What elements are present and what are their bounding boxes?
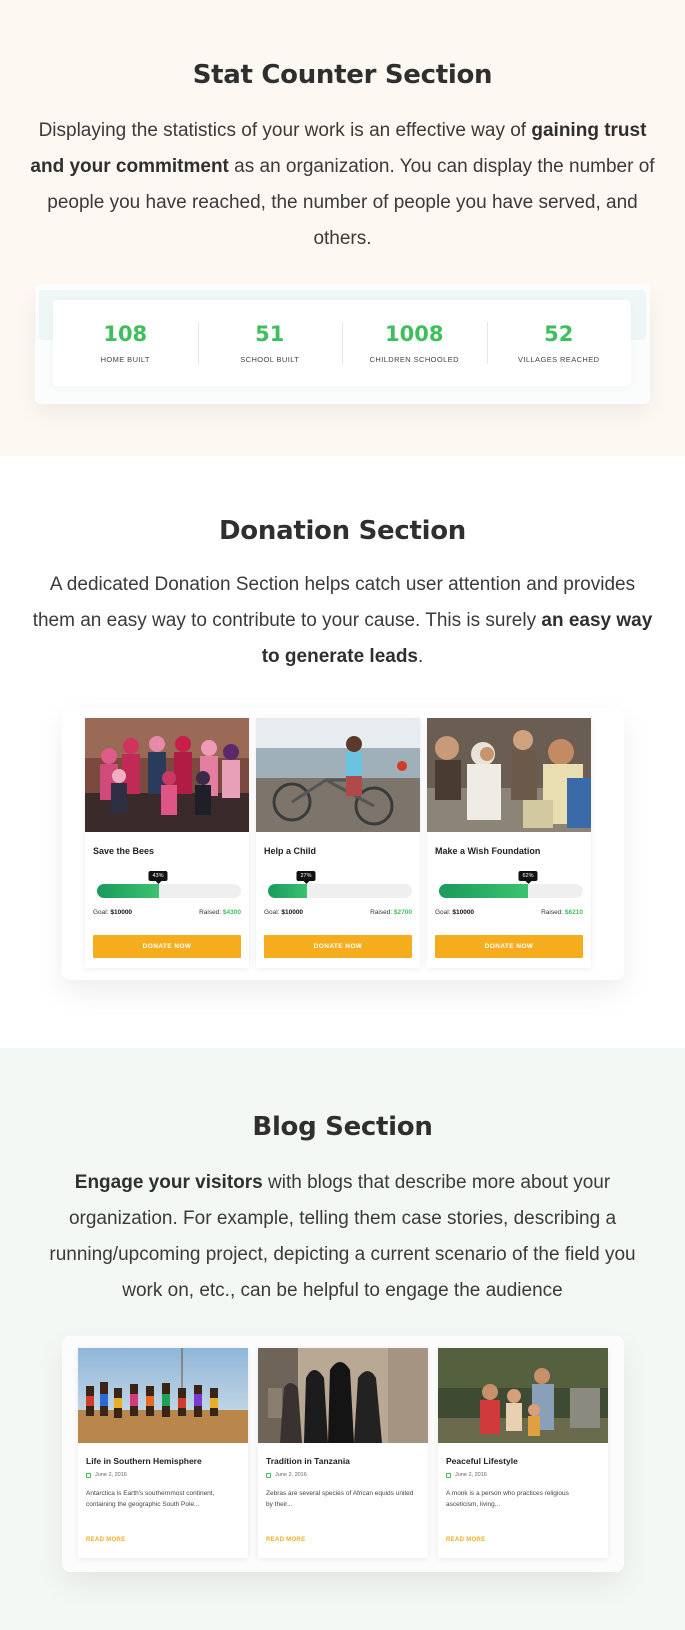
donation-card-title: Make a Wish Foundation — [435, 846, 541, 856]
donation-desc-part-2: . — [418, 646, 424, 667]
progress-fill — [439, 884, 529, 898]
blog-section: Blog Section Engage your visitors with b… — [0, 1048, 685, 1630]
child-with-bicycle-photo — [256, 718, 420, 832]
goal-info: Goal: $10000 — [93, 909, 133, 916]
read-more-link[interactable]: READ MORE — [446, 1537, 485, 1543]
stat-counter-preview: 108 HOME BUILT 51 SCHOOL BUILT 1008 CHIL… — [35, 284, 650, 404]
blog-card-date: June 2, 2016 — [446, 1472, 487, 1478]
donation-meta: Goal: $10000 Raised: $6210 — [435, 909, 583, 916]
stat-value: 51 — [255, 322, 285, 346]
stat-value: 108 — [103, 322, 148, 346]
donation-card: Save the Bees 43% Goal: $10000 Raised: $… — [85, 718, 249, 968]
raised-info: Raised: $2700 — [370, 909, 412, 916]
blog-desc-bold: Engage your visitors — [74, 1172, 263, 1193]
blog-card-image — [258, 1348, 428, 1443]
donation-section-title: Donation Section — [219, 516, 466, 546]
donation-card-title: Help a Child — [264, 846, 317, 856]
blog-section-description: Engage your visitors with blogs that des… — [30, 1165, 655, 1309]
stat-desc-part-1: Displaying the statistics of your work i… — [38, 120, 532, 141]
blog-card: Tradition in Tanzania June 2, 2016 Zebra… — [258, 1348, 428, 1558]
stat-section-title: Stat Counter Section — [192, 60, 493, 90]
raised-info: Raised: $4300 — [199, 909, 241, 916]
stat-label: CHILDREN SCHOOLED — [369, 355, 459, 364]
donation-progress-bar — [97, 884, 241, 898]
veiled-women-photo — [258, 1348, 428, 1443]
blog-card-date: June 2, 2016 — [86, 1472, 127, 1478]
donation-section: Donation Section A dedicated Donation Se… — [0, 456, 685, 1048]
stat-counter-section: Stat Counter Section Displaying the stat… — [0, 0, 685, 456]
calendar-icon — [266, 1472, 271, 1478]
blog-card-image — [78, 1348, 248, 1443]
goal-info: Goal: $10000 — [435, 909, 475, 916]
blog-card-image — [438, 1348, 608, 1443]
stat-value: 52 — [544, 322, 574, 346]
calendar-icon — [446, 1472, 451, 1478]
donate-now-button[interactable]: DONATE NOW — [264, 935, 412, 958]
donation-section-description: A dedicated Donation Section helps catch… — [30, 567, 655, 675]
blog-card-excerpt: A monk is a person who practices religio… — [446, 1490, 569, 1508]
stat-counter-card: 108 HOME BUILT 51 SCHOOL BUILT 1008 CHIL… — [53, 300, 631, 386]
stat-item-school-built: 51 SCHOOL BUILT — [197, 300, 343, 386]
stat-item-villages-reached: 52 VILLAGES REACHED — [486, 300, 632, 386]
stat-label: HOME BUILT — [100, 355, 150, 364]
blog-card: Peaceful Lifestyle June 2, 2016 A monk i… — [438, 1348, 608, 1558]
blog-card-date: June 2, 2016 — [266, 1472, 307, 1478]
donation-card: Make a Wish Foundation 62% Goal: $10000 … — [427, 718, 591, 968]
blog-card-excerpt: Zebras are several species of African eq… — [266, 1490, 414, 1508]
read-more-link[interactable]: READ MORE — [86, 1537, 125, 1543]
donate-now-button[interactable]: DONATE NOW — [435, 935, 583, 958]
donation-card-image — [256, 718, 420, 832]
blog-card: Life in Southern Hemisphere June 2, 2016… — [78, 1348, 248, 1558]
blog-card-excerpt: Antarctica is Earth's southernmost conti… — [86, 1490, 215, 1508]
blog-card-title: Life in Southern Hemisphere — [86, 1456, 202, 1466]
progress-fill — [97, 884, 159, 898]
stat-item-children-schooled: 1008 CHILDREN SCHOOLED — [342, 300, 487, 386]
blog-section-title: Blog Section — [252, 1112, 433, 1142]
stat-item-home-built: 108 HOME BUILT — [53, 300, 198, 386]
donation-card-image — [85, 718, 249, 832]
donation-card-image — [427, 718, 591, 832]
progress-tooltip: 62% — [518, 871, 538, 884]
stat-label: SCHOOL BUILT — [240, 355, 300, 364]
donate-now-button[interactable]: DONATE NOW — [93, 935, 241, 958]
calendar-icon — [86, 1472, 91, 1478]
progress-fill — [268, 884, 307, 898]
donation-card: Help a Child 27% Goal: $10000 Raised: $2… — [256, 718, 420, 968]
raised-info: Raised: $6210 — [541, 909, 583, 916]
donation-progress-bar — [439, 884, 583, 898]
stat-value: 1008 — [385, 322, 444, 346]
donation-card-title: Save the Bees — [93, 846, 155, 856]
stat-section-description: Displaying the statistics of your work i… — [30, 113, 655, 257]
read-more-link[interactable]: READ MORE — [266, 1537, 305, 1543]
progress-tooltip: 43% — [148, 871, 168, 884]
stat-label: VILLAGES REACHED — [518, 355, 600, 364]
group-of-women-photo — [85, 718, 249, 832]
progress-tooltip: 27% — [296, 871, 316, 884]
children-group-photo — [427, 718, 591, 832]
donation-progress-bar — [268, 884, 412, 898]
goal-info: Goal: $10000 — [264, 909, 304, 916]
tribal-people-photo — [78, 1348, 248, 1443]
donation-cards-preview: Save the Bees 43% Goal: $10000 Raised: $… — [62, 708, 624, 980]
children-outdoors-photo — [438, 1348, 608, 1443]
blog-cards-preview: Life in Southern Hemisphere June 2, 2016… — [62, 1336, 624, 1572]
blog-card-title: Tradition in Tanzania — [266, 1456, 350, 1466]
donation-meta: Goal: $10000 Raised: $4300 — [93, 909, 241, 916]
donation-meta: Goal: $10000 Raised: $2700 — [264, 909, 412, 916]
blog-card-title: Peaceful Lifestyle — [446, 1456, 518, 1466]
